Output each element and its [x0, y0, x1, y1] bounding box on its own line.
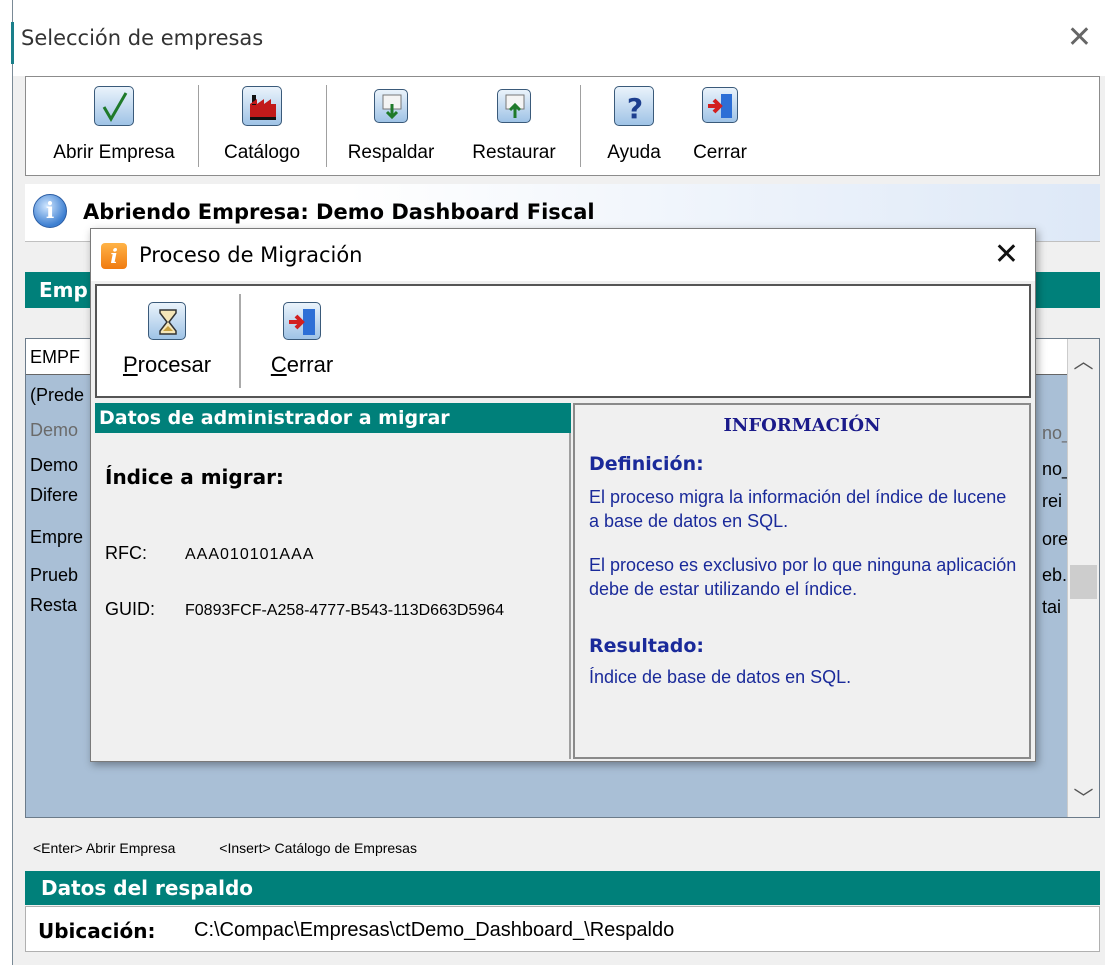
toolbar-label: Abrir Empresa	[53, 142, 175, 163]
cerrar-label: Cerrar	[270, 352, 334, 377]
shortcut-enter: <Enter> Abrir Empresa	[33, 840, 176, 856]
dialog-toolbar: Procesar Cerrar	[95, 284, 1031, 398]
respaldar-button[interactable]: Respaldar	[332, 77, 450, 175]
banner-text: Abriendo Empresa: Demo Dashboard Fiscal	[83, 200, 595, 224]
scroll-thumb[interactable]	[1070, 565, 1097, 599]
exit-icon	[283, 302, 321, 340]
dialog-close-button[interactable]: ✕	[994, 237, 1019, 272]
main-window-title: Selección de empresas	[21, 26, 264, 50]
hourglass-icon	[148, 302, 186, 340]
toolbar-separator	[239, 294, 241, 388]
toolbar-label: Ayuda	[607, 142, 661, 163]
dialog-cerrar-button[interactable]: Cerrar	[257, 286, 347, 396]
information-panel: INFORMACIÓN Definición: El proceso migra…	[573, 403, 1031, 759]
guid-label: GUID:	[105, 599, 156, 619]
app-info-icon: i	[101, 243, 127, 269]
svg-text:?: ?	[627, 92, 643, 125]
list-item[interactable]: Difere	[30, 485, 78, 506]
guid-value: F0893FCF-A258-4777-B543-113D663D5964	[185, 602, 505, 619]
checkmark-icon	[94, 86, 134, 126]
list-item-trailing: tai	[1042, 597, 1062, 617]
catalogo-button[interactable]: Catálogo	[214, 77, 310, 175]
rfc-value: AAA010101AAA	[185, 546, 315, 563]
admin-data-panel: Datos de administrador a migrar Índice a…	[95, 403, 571, 759]
main-titlebar: Selección de empresas ✕	[11, 0, 1105, 76]
toolbar-label: Restaurar	[472, 142, 556, 163]
abrir-empresa-button[interactable]: Abrir Empresa	[44, 77, 184, 175]
respaldo-location-row: Ubicación: C:\Compac\Empresas\ctDemo_Das…	[25, 906, 1100, 952]
restore-icon	[497, 89, 531, 123]
dialog-titlebar: i Proceso de Migración ✕	[91, 229, 1035, 281]
admin-data-header: Datos de administrador a migrar	[95, 403, 571, 433]
info-icon: i	[33, 194, 67, 228]
result-heading: Resultado:	[589, 635, 705, 657]
procesar-button[interactable]: Procesar	[111, 286, 223, 396]
rfc-label: RFC:	[105, 543, 147, 563]
main-close-button[interactable]: ✕	[1067, 20, 1092, 55]
ubicacion-value: C:\Compac\Empresas\ctDemo_Dashboard_\Res…	[194, 919, 675, 941]
definition-heading: Definición:	[589, 453, 704, 475]
main-toolbar: Abrir Empresa Catálogo Respaldar Restaur…	[25, 76, 1100, 176]
list-item-trailing: rei	[1042, 491, 1063, 511]
window-accent	[11, 22, 14, 64]
column-header-label: EMPF	[30, 347, 81, 367]
backup-icon	[374, 89, 408, 123]
ayuda-button[interactable]: ? Ayuda	[596, 77, 672, 175]
definition-text: El proceso migra la información del índi…	[589, 487, 1007, 531]
toolbar-label: Cerrar	[693, 142, 747, 163]
procesar-label: Procesar	[122, 352, 212, 377]
information-title: INFORMACIÓN	[723, 415, 881, 436]
toolbar-separator	[198, 85, 199, 167]
vertical-scrollbar[interactable]: ︿ ﹀	[1067, 339, 1099, 817]
list-item-trailing: ore	[1042, 529, 1069, 549]
toolbar-label: Catálogo	[223, 142, 301, 163]
index-label: Índice a migrar:	[105, 465, 284, 489]
toolbar-separator	[326, 85, 327, 167]
cerrar-button[interactable]: Cerrar	[684, 77, 756, 175]
help-icon: ?	[614, 86, 654, 126]
list-item[interactable]: Demo	[30, 455, 78, 476]
list-item[interactable]: (Prede	[30, 385, 84, 406]
ubicacion-label: Ubicación:	[38, 919, 156, 943]
list-item[interactable]: Demo	[30, 420, 78, 441]
result-text: Índice de base de datos en SQL.	[589, 667, 852, 687]
scroll-up-icon[interactable]: ︿	[1068, 345, 1099, 374]
dialog-title: Proceso de Migración	[139, 243, 363, 267]
scroll-down-icon[interactable]: ﹀	[1068, 782, 1099, 811]
factory-icon	[242, 86, 282, 126]
toolbar-label: Respaldar	[347, 142, 435, 163]
toolbar-separator	[580, 85, 581, 167]
migration-dialog: i Proceso de Migración ✕ Procesar Cerrar…	[90, 228, 1036, 762]
list-item[interactable]: Resta	[30, 595, 77, 616]
shortcut-hints: <Enter> Abrir Empresa <Insert> Catálogo …	[33, 840, 457, 856]
list-item-trailing: eb.	[1042, 565, 1068, 585]
list-item[interactable]: Empre	[30, 527, 83, 548]
respaldo-section-header: Datos del respaldo	[25, 871, 1100, 905]
exclusive-note: El proceso es exclusivo por lo que ningu…	[589, 555, 1017, 599]
exit-icon	[702, 87, 738, 123]
list-item[interactable]: Prueb	[30, 565, 78, 586]
restaurar-button[interactable]: Restaurar	[456, 77, 572, 175]
shortcut-insert: <Insert> Catálogo de Empresas	[219, 840, 417, 856]
